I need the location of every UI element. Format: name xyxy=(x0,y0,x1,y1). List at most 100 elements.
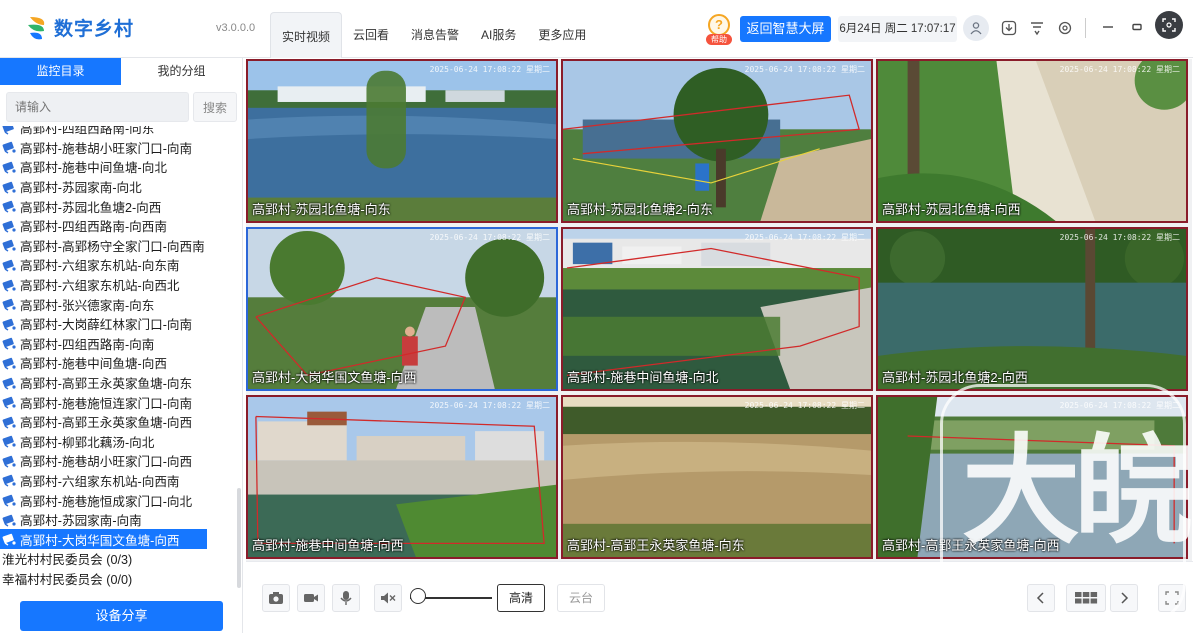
search-button[interactable]: 搜索 xyxy=(193,92,237,122)
help-button[interactable]: ? 帮助 xyxy=(706,14,732,45)
tab-ai-service[interactable]: AI服务 xyxy=(470,12,527,58)
video-tile[interactable]: 2025-06-24 17:08:22 星期二 高郢村-苏园北鱼塘-向西 xyxy=(876,59,1188,223)
chevron-left-icon xyxy=(1036,592,1044,604)
camera-item[interactable]: 高郢村-六组家东机站-向东南 xyxy=(0,255,236,275)
minimize-button[interactable] xyxy=(1099,18,1117,36)
ptz-button[interactable]: 云台 xyxy=(557,584,605,612)
filter-button[interactable] xyxy=(1026,17,1048,39)
gear-icon xyxy=(1058,21,1072,35)
video-frame xyxy=(878,229,1186,389)
prev-page-button[interactable] xyxy=(1027,584,1055,612)
camera-item[interactable]: 高郢村-柳郢北藕汤-向北 xyxy=(0,432,236,452)
camera-icon xyxy=(2,455,16,468)
datetime-display: 6月24日 周二 17:07:17 xyxy=(838,16,957,42)
tab-live-video[interactable]: 实时视频 xyxy=(270,12,343,58)
camera-item-label: 高郢村-苏园北鱼塘2-向西 xyxy=(20,200,162,215)
camera-item-label: 高郢村-四组西路南-向东 xyxy=(20,126,155,137)
camera-item[interactable]: 高郢村-高郢杨守全家门口-向西南 xyxy=(0,236,236,256)
grid-layout-button[interactable] xyxy=(1066,584,1106,612)
camera-item-label: 高郢村-施巷胡小旺家门口-向南 xyxy=(20,141,193,156)
next-page-button[interactable] xyxy=(1110,584,1138,612)
tab-my-groups[interactable]: 我的分组 xyxy=(121,58,242,85)
volume-slider-knob[interactable] xyxy=(410,588,426,604)
video-label: 高郢村-苏园北鱼塘-向西 xyxy=(882,202,1021,217)
camera-tree[interactable]: 高郢村-四组西路南-向东 高郢村-施巷胡小旺家门口-向南 高郢村-施巷中间鱼塘-向… xyxy=(0,126,236,592)
tab-cloud-playback[interactable]: 云回看 xyxy=(342,12,400,58)
camera-item[interactable]: 高郢村-施巷施恒成家门口-向北 xyxy=(0,490,236,510)
video-timestamp: 2025-06-24 17:08:22 星期二 xyxy=(429,233,550,242)
main-nav: 实时视频 云回看 消息告警 AI服务 更多应用 xyxy=(270,12,597,58)
sidebar-tabs: 监控目录 我的分组 xyxy=(0,58,243,85)
camera-icon xyxy=(2,416,16,429)
video-tile[interactable]: 2025-06-24 17:08:22 星期二 高郢村-高郢王永英家鱼塘-向东 xyxy=(561,395,873,559)
tab-monitor-directory[interactable]: 监控目录 xyxy=(0,58,121,85)
group-item[interactable]: 淮光村村民委员会 (0/3) xyxy=(0,549,236,569)
fullscreen-icon xyxy=(1165,591,1179,605)
user-avatar[interactable] xyxy=(963,15,989,41)
camera-icon xyxy=(2,259,16,272)
camera-item[interactable]: 高郢村-施巷中间鱼塘-向北 xyxy=(0,157,236,177)
camera-item-label: 高郢村-施巷胡小旺家门口-向西 xyxy=(20,455,193,470)
camera-item[interactable]: 高郢村-大岗薛红林家门口-向南 xyxy=(0,314,236,334)
video-tile[interactable]: 2025-06-24 17:08:22 星期二 高郢村-苏园北鱼塘2-向西 xyxy=(876,227,1188,391)
snapshot-button[interactable] xyxy=(262,584,290,612)
video-tile[interactable]: 2025-06-24 17:08:22 星期二 高郢村-大岗华国文鱼塘-向西 xyxy=(246,227,558,391)
maximize-button[interactable] xyxy=(1128,18,1146,36)
download-button[interactable] xyxy=(998,17,1020,39)
video-label: 高郢村-苏园北鱼塘-向东 xyxy=(252,202,391,217)
mute-button[interactable] xyxy=(374,584,402,612)
camera-item-label: 高郢村-高郢王永英家鱼塘-向东 xyxy=(20,377,193,392)
camera-item[interactable]: 高郢村-高郢王永英家鱼塘-向东 xyxy=(0,373,236,393)
video-tile[interactable]: 2025-06-24 17:08:22 星期二 高郢村-施巷中间鱼塘-向西 xyxy=(246,395,558,559)
camera-item[interactable]: 高郢村-苏园北鱼塘2-向西 xyxy=(0,196,236,216)
camera-item-label: 高郢村-高郢杨守全家门口-向西南 xyxy=(20,239,205,254)
video-tile[interactable]: 2025-06-24 17:08:22 星期二 高郢村-苏园北鱼塘2-向东 xyxy=(561,59,873,223)
camera-item-partial[interactable]: 高郢村-四组西路南-向东 xyxy=(0,126,236,138)
camera-item-label: 高郢村-施巷中间鱼塘-向北 xyxy=(20,161,167,176)
camera-icon xyxy=(2,298,16,311)
tree-scrollbar[interactable] xyxy=(237,488,241,588)
video-timestamp: 2025-06-24 17:08:22 星期二 xyxy=(1059,233,1180,242)
camera-icon xyxy=(2,220,16,233)
group-item-label: 幸福村村民委员会 (0/0) xyxy=(2,572,133,587)
camera-icon xyxy=(2,396,16,409)
fullscreen-toggle[interactable] xyxy=(1155,11,1183,39)
camera-item[interactable]: 高郢村-苏园家南-向北 xyxy=(0,177,236,197)
camera-item[interactable]: 高郢村-张兴德家南-向东 xyxy=(0,294,236,314)
camera-item[interactable]: 高郢村-施巷施恒连家门口-向南 xyxy=(0,392,236,412)
player-toolbar: 高清 云台 xyxy=(246,561,1193,633)
intercom-button[interactable] xyxy=(332,584,360,612)
tab-more-apps[interactable]: 更多应用 xyxy=(527,12,597,58)
camera-item[interactable]: 高郢村-苏园家南-向南 xyxy=(0,510,236,530)
fullscreen-grid-button[interactable] xyxy=(1158,584,1186,612)
chevron-right-icon xyxy=(1121,592,1129,604)
camera-item[interactable]: 高郢村-四组西路南-向西南 xyxy=(0,216,236,236)
camera-item[interactable]: 高郢村-六组家东机站-向西北 xyxy=(0,275,236,295)
camera-item-label: 高郢村-施巷施恒成家门口-向北 xyxy=(20,494,193,509)
camera-item[interactable]: 高郢村-施巷胡小旺家门口-向西 xyxy=(0,451,236,471)
camera-item[interactable]: 高郢村-施巷胡小旺家门口-向南 xyxy=(0,138,236,158)
camera-icon xyxy=(2,514,16,527)
divider xyxy=(1085,18,1086,38)
record-button[interactable] xyxy=(297,584,325,612)
camera-item[interactable]: 高郢村-大岗华国文鱼塘-向西 xyxy=(0,529,207,550)
camera-item[interactable]: 高郢村-六组家东机站-向西南 xyxy=(0,471,236,491)
funnel-icon xyxy=(1031,22,1043,36)
search-input[interactable] xyxy=(6,92,189,122)
camera-item-label: 高郢村-大岗华国文鱼塘-向西 xyxy=(20,533,180,548)
video-tile[interactable]: 2025-06-24 17:08:22 星期二 高郢村-苏园北鱼塘-向东 xyxy=(246,59,558,223)
video-tile[interactable]: 2025-06-24 17:08:22 星期二 高郢村-施巷中间鱼塘-向北 xyxy=(561,227,873,391)
tab-alerts[interactable]: 消息告警 xyxy=(400,12,470,58)
device-share-button[interactable]: 设备分享 xyxy=(20,601,223,631)
app-name: 数字乡村 xyxy=(54,19,135,40)
top-bar: 数字乡村 v3.0.0.0 实时视频 云回看 消息告警 AI服务 更多应用 ? … xyxy=(0,0,1193,58)
camera-item[interactable]: 高郢村-施巷中间鱼塘-向西 xyxy=(0,353,236,373)
group-item[interactable]: 幸福村村民委员会 (0/0) xyxy=(0,569,236,589)
quality-button[interactable]: 高清 xyxy=(497,584,545,612)
camera-item[interactable]: 高郢村-四组西路南-向南 xyxy=(0,334,236,354)
settings-button[interactable] xyxy=(1054,17,1076,39)
video-label: 高郢村-高郢王永英家鱼塘-向东 xyxy=(567,538,745,553)
camera-item[interactable]: 高郢村-高郢王永英家鱼塘-向西 xyxy=(0,412,236,432)
dashboard-button[interactable]: 返回智慧大屏 xyxy=(740,16,831,42)
camera-icon xyxy=(2,161,16,174)
